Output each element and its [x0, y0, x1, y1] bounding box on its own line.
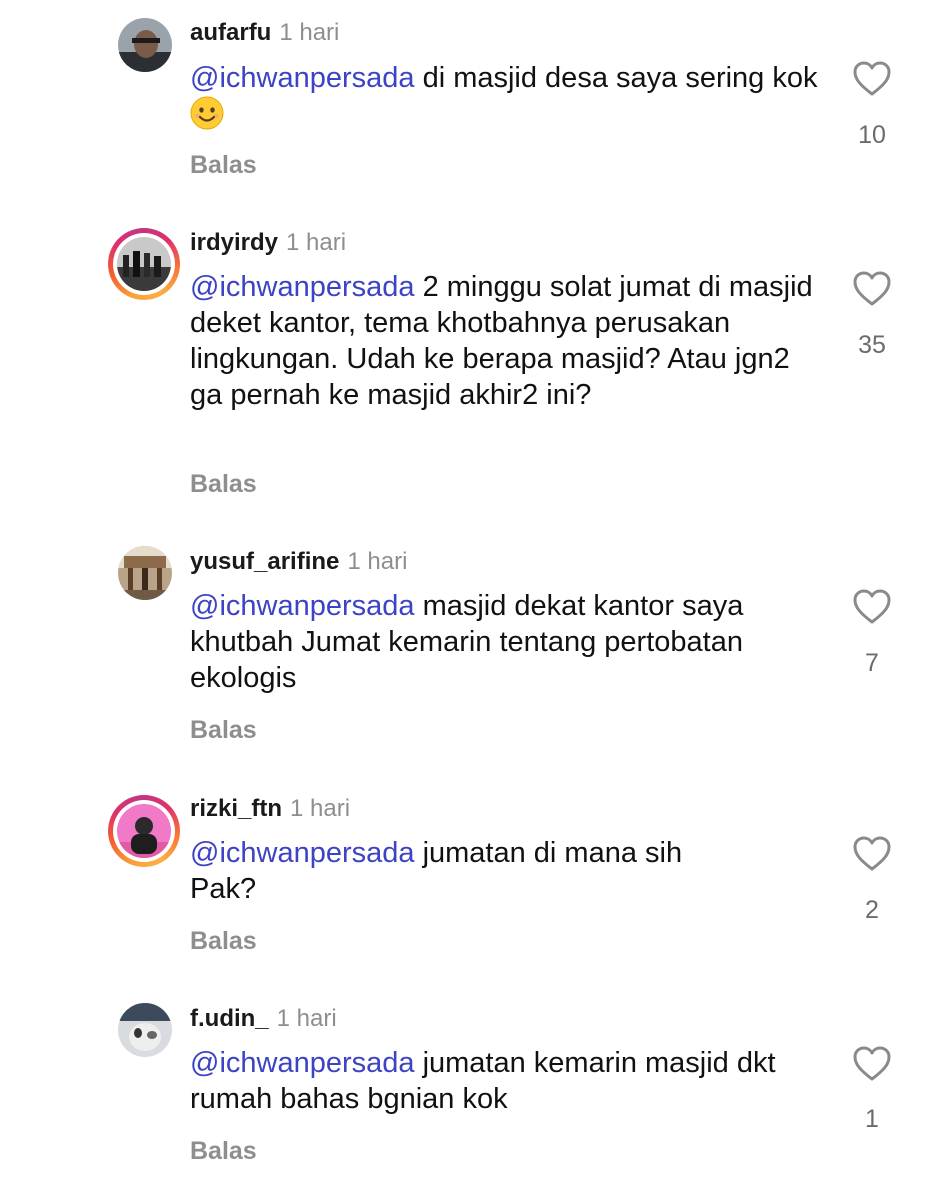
mention-link[interactable]: @ichwanpersada: [190, 837, 415, 869]
comment-time: 1 hari: [279, 19, 340, 46]
heart-outline-icon: [853, 589, 891, 624]
like-count: 1: [865, 1105, 879, 1133]
avatar-image: [117, 237, 171, 291]
reply-button[interactable]: Balas: [190, 150, 257, 180]
avatar[interactable]: [108, 795, 180, 867]
reply-button[interactable]: Balas: [190, 1136, 257, 1166]
like-button[interactable]: [852, 60, 892, 98]
comment-text: @ichwanpersada masjid dekat kantor saya …: [190, 588, 820, 696]
comment-text: @ichwanpersada jumatan kemarin masjid dk…: [190, 1045, 820, 1117]
like-count: 35: [858, 331, 886, 359]
like-count: 2: [865, 896, 879, 924]
heart-outline-icon: [853, 836, 891, 871]
avatar-image: [117, 804, 171, 858]
heart-outline-icon: [853, 1046, 891, 1081]
comment-time: 1 hari: [276, 1005, 337, 1032]
avatar[interactable]: [118, 546, 172, 600]
reply-button[interactable]: Balas: [190, 926, 257, 956]
comment-text: @ichwanpersada 2 minggu solat jumat di m…: [190, 269, 815, 413]
mention-link[interactable]: @ichwanpersada: [190, 590, 415, 622]
like-button[interactable]: [852, 835, 892, 873]
username[interactable]: yusuf_arifine: [190, 548, 339, 575]
avatar[interactable]: [108, 228, 180, 300]
mention-link[interactable]: @ichwanpersada: [190, 271, 415, 303]
like-button[interactable]: [852, 270, 892, 308]
heart-outline-icon: [853, 271, 891, 306]
mention-link[interactable]: @ichwanpersada: [190, 1047, 415, 1079]
smiling-face-emoji-icon: [190, 96, 224, 130]
username[interactable]: irdyirdy: [190, 229, 278, 256]
comment-time: 1 hari: [286, 229, 347, 256]
like-button[interactable]: [852, 1045, 892, 1083]
username[interactable]: aufarfu: [190, 19, 271, 46]
username[interactable]: f.udin_: [190, 1005, 269, 1032]
username[interactable]: rizki_ftn: [190, 795, 282, 822]
comment-text: @ichwanpersada jumatan di mana sih Pak?: [190, 835, 750, 907]
like-button[interactable]: [852, 588, 892, 626]
comment-time: 1 hari: [290, 795, 351, 822]
mention-link[interactable]: @ichwanpersada: [190, 62, 415, 94]
like-count: 7: [865, 649, 879, 677]
comment-text: @ichwanpersada di masjid desa saya serin…: [190, 60, 830, 133]
like-count: 10: [858, 121, 886, 149]
comment-time: 1 hari: [347, 548, 408, 575]
comment-body: di masjid desa saya sering kok: [414, 62, 818, 94]
avatar[interactable]: [118, 1003, 172, 1057]
heart-outline-icon: [853, 61, 891, 96]
reply-button[interactable]: Balas: [190, 469, 257, 499]
avatar[interactable]: [118, 18, 172, 72]
reply-button[interactable]: Balas: [190, 715, 257, 745]
